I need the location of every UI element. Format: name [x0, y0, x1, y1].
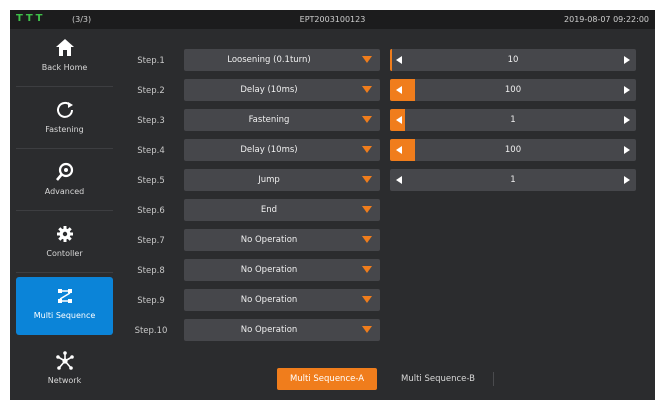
dropdown-arrow-icon — [362, 146, 372, 153]
operation-value: No Operation — [240, 325, 298, 335]
step-label: Step.9 — [137, 296, 165, 306]
step-label: Step.3 — [137, 116, 165, 126]
param-value: 10 — [507, 55, 519, 65]
tab-multi-sequence-a[interactable]: Multi Sequence-A — [277, 368, 377, 390]
operation-value: Delay (10ms) — [240, 85, 298, 95]
operation-value: No Operation — [240, 295, 298, 305]
step-3-param-slider[interactable]: 1 — [390, 109, 636, 131]
operation-value: Delay (10ms) — [240, 145, 298, 155]
status-bar: T T T (3/3) EPT2003100123 2019-08-07 09:… — [10, 10, 655, 29]
dropdown-arrow-icon — [362, 116, 372, 123]
network-icon — [55, 351, 74, 370]
step-5-param-slider[interactable]: 1 — [390, 169, 636, 191]
step-8-operation-select[interactable]: No Operation — [184, 259, 380, 281]
sidebar-item-label: Advanced — [44, 187, 85, 196]
screen-frame: T T T (3/3) EPT2003100123 2019-08-07 09:… — [10, 10, 655, 400]
step-label: Step.1 — [137, 56, 165, 66]
sidebar: Back Home Fastening Advanced Contoller M… — [10, 29, 119, 400]
increase-arrow-icon[interactable] — [624, 116, 630, 124]
param-value: 100 — [504, 145, 522, 155]
step-4-operation-select[interactable]: Delay (10ms) — [184, 139, 380, 161]
operation-value: End — [260, 205, 278, 215]
step-label: Step.4 — [137, 146, 165, 156]
sidebar-item-label: Back Home — [41, 63, 88, 72]
increase-arrow-icon[interactable] — [624, 86, 630, 94]
dropdown-arrow-icon — [362, 206, 372, 213]
sidebar-item-network[interactable]: Network — [16, 342, 113, 400]
dropdown-arrow-icon — [362, 56, 372, 63]
step-5-operation-select[interactable]: Jump — [184, 169, 380, 191]
gear-icon — [56, 226, 73, 242]
step-6-operation-select[interactable]: End — [184, 199, 380, 221]
param-value: 1 — [510, 115, 516, 125]
step-4-param-slider[interactable]: 100 — [390, 139, 636, 161]
step-9-operation-select[interactable]: No Operation — [184, 289, 380, 311]
dropdown-arrow-icon — [362, 326, 372, 333]
param-value: 100 — [504, 85, 522, 95]
dropdown-arrow-icon — [362, 176, 372, 183]
sequence-icon — [57, 289, 72, 303]
step-10-operation-select[interactable]: No Operation — [184, 319, 380, 341]
sidebar-item-controller[interactable]: Contoller — [16, 215, 113, 273]
step-label: Step.5 — [137, 176, 165, 186]
sidebar-item-label: Network — [47, 376, 82, 385]
increase-arrow-icon[interactable] — [624, 176, 630, 184]
step-label: Step.2 — [137, 86, 165, 96]
dropdown-arrow-icon — [362, 266, 372, 273]
device-id: EPT2003100123 — [299, 15, 366, 24]
step-1-param-slider[interactable]: 10 — [390, 49, 636, 71]
param-value: 1 — [510, 175, 516, 185]
tab-divider — [493, 372, 494, 386]
home-icon — [55, 39, 74, 56]
step-label: Step.6 — [137, 206, 165, 216]
increase-arrow-icon[interactable] — [624, 146, 630, 154]
step-2-param-slider[interactable]: 100 — [390, 79, 636, 101]
operation-value: Jump — [258, 175, 280, 185]
sidebar-item-label: Fastening — [45, 125, 84, 134]
operation-value: Loosening (0.1turn) — [227, 55, 311, 65]
sidebar-item-label: Contoller — [46, 249, 83, 258]
datetime: 2019-08-07 09:22:00 — [564, 15, 649, 24]
step-label: Step.8 — [137, 266, 165, 276]
sidebar-item-back-home[interactable]: Back Home — [16, 29, 113, 87]
step-7-operation-select[interactable]: No Operation — [184, 229, 380, 251]
sidebar-item-advanced[interactable]: Advanced — [16, 153, 113, 211]
operation-value: Fastening — [248, 115, 290, 125]
step-3-operation-select[interactable]: Fastening — [184, 109, 380, 131]
step-label: Step.10 — [134, 326, 168, 336]
rotate-icon — [56, 101, 73, 118]
sidebar-item-label: Multi Sequence — [33, 311, 96, 320]
increase-arrow-icon[interactable] — [624, 56, 630, 64]
operation-value: No Operation — [240, 235, 298, 245]
sidebar-item-multi-sequence[interactable]: Multi Sequence — [16, 277, 113, 335]
operation-value: No Operation — [240, 265, 298, 275]
tab-multi-sequence-b[interactable]: Multi Sequence-B — [388, 368, 488, 390]
sidebar-item-fastening[interactable]: Fastening — [16, 91, 113, 149]
step-label: Step.7 — [137, 236, 165, 246]
dropdown-arrow-icon — [362, 296, 372, 303]
step-1-operation-select[interactable]: Loosening (0.1turn) — [184, 49, 380, 71]
dropdown-arrow-icon — [362, 86, 372, 93]
step-2-operation-select[interactable]: Delay (10ms) — [184, 79, 380, 101]
dropdown-arrow-icon — [362, 236, 372, 243]
magnifier-icon — [55, 162, 73, 181]
